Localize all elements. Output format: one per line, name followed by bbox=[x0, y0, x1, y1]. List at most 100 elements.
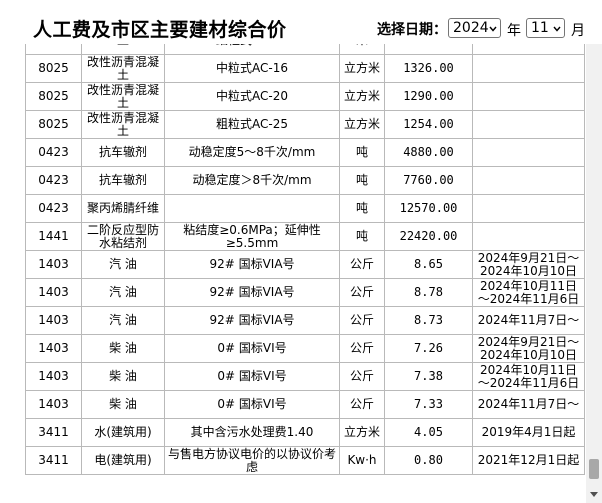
cell-unit: 公斤 bbox=[339, 278, 385, 307]
cell-price: 4880.00 bbox=[384, 138, 473, 167]
cell-name: 水(建筑用) bbox=[81, 418, 165, 447]
cell-price: 1254.00 bbox=[384, 110, 473, 139]
cell-unit: 立方米 bbox=[339, 54, 385, 83]
cell-spec: 92# 国标VIA号 bbox=[164, 250, 340, 279]
cell-spec: 92# 国标VIA号 bbox=[164, 306, 340, 335]
cell-name: 汽 油 bbox=[81, 250, 165, 279]
cell-price: 22420.00 bbox=[384, 222, 473, 251]
year-select[interactable]: 2024 bbox=[448, 18, 501, 38]
cell-spec: 0# 国标VI号 bbox=[164, 334, 340, 363]
cell-period: 2024年9月21日～2024年10月10日 bbox=[472, 250, 585, 279]
vertical-scrollbar[interactable] bbox=[586, 44, 602, 503]
cell-period: 2024年11月7日～ bbox=[472, 390, 585, 419]
cell-spec: 中粒式AC-20 bbox=[164, 82, 340, 111]
cell-spec: 0# 国标VI号 bbox=[164, 362, 340, 391]
cell-unit: 立方米 bbox=[339, 110, 385, 139]
cell-price: 8.78 bbox=[384, 278, 473, 307]
cell-code: 8025 bbox=[25, 110, 82, 139]
table-row: 0423 抗车辙剂 动稳定度5～8千次/mm 吨 4880.00 bbox=[25, 138, 585, 167]
cell-unit: 公斤 bbox=[339, 390, 385, 419]
cell-price: 8.73 bbox=[384, 306, 473, 335]
cell-price: 8.65 bbox=[384, 250, 473, 279]
cell-unit: 立方米 bbox=[339, 418, 385, 447]
cell-unit: 立方米 bbox=[339, 82, 385, 111]
cell-spec: 与售电方协议电价的以协议价考虑 bbox=[164, 446, 340, 475]
arrow-down-icon[interactable] bbox=[590, 492, 598, 497]
page-title: 人工费及市区主要建材综合价 bbox=[33, 19, 287, 41]
cell-price: 1357.00 bbox=[384, 44, 473, 55]
cell-period bbox=[472, 54, 585, 83]
page-header: 人工费及市区主要建材综合价 选择日期： 2024 年 11 月 bbox=[0, 0, 602, 44]
cell-code: 0423 bbox=[25, 194, 82, 223]
cell-unit: 公斤 bbox=[339, 362, 385, 391]
cell-code: 8025 bbox=[25, 54, 82, 83]
table-row: 1403 汽 油 92# 国标VIA号 公斤 8.73 2024年11月7日～ bbox=[25, 306, 585, 335]
cell-period bbox=[472, 82, 585, 111]
cell-spec: 0# 国标VI号 bbox=[164, 390, 340, 419]
cell-spec bbox=[164, 194, 340, 223]
month-select[interactable]: 11 bbox=[526, 18, 565, 38]
price-table-viewport: 8025 土 细粒式AC-13 米 1357.00 8025 改性沥青混凝土 中… bbox=[25, 44, 585, 503]
cell-name: 抗车辙剂 bbox=[81, 166, 165, 195]
table-row: 1403 汽 油 92# 国标VIA号 公斤 8.65 2024年9月21日～2… bbox=[25, 250, 585, 279]
cell-unit: 吨 bbox=[339, 166, 385, 195]
cell-spec: 细粒式AC-13 bbox=[164, 44, 340, 55]
month-unit: 月 bbox=[571, 23, 585, 39]
cell-period bbox=[472, 166, 585, 195]
cell-code: 1403 bbox=[25, 306, 82, 335]
cell-code: 8025 bbox=[25, 44, 82, 55]
table-row: 1403 柴 油 0# 国标VI号 公斤 7.38 2024年10月11日～20… bbox=[25, 362, 585, 391]
cell-price: 7.38 bbox=[384, 362, 473, 391]
cell-spec: 粘结度≥0.6MPa；延伸性≥5.5mm bbox=[164, 222, 340, 251]
cell-period bbox=[472, 222, 585, 251]
cell-unit: Kw·h bbox=[339, 446, 385, 475]
year-select-value: 2024 bbox=[453, 20, 489, 36]
cell-code: 1403 bbox=[25, 362, 82, 391]
cell-period bbox=[472, 110, 585, 139]
cell-unit: 吨 bbox=[339, 222, 385, 251]
cell-name: 柴 油 bbox=[81, 334, 165, 363]
price-table-body: 8025 土 细粒式AC-13 米 1357.00 8025 改性沥青混凝土 中… bbox=[25, 44, 585, 475]
chevron-down-icon bbox=[489, 26, 497, 32]
cell-spec: 其中含污水处理费1.40 bbox=[164, 418, 340, 447]
cell-unit: 公斤 bbox=[339, 306, 385, 335]
table-row: 3411 水(建筑用) 其中含污水处理费1.40 立方米 4.05 2019年4… bbox=[25, 418, 585, 447]
cell-code: 1403 bbox=[25, 390, 82, 419]
cell-spec: 粗粒式AC-25 bbox=[164, 110, 340, 139]
table-row: 0423 抗车辙剂 动稳定度＞8千次/mm 吨 7760.00 bbox=[25, 166, 585, 195]
cell-price: 1290.00 bbox=[384, 82, 473, 111]
cell-unit: 米 bbox=[339, 44, 385, 55]
cell-period: 2024年10月11日～2024年11月6日 bbox=[472, 278, 585, 307]
cell-price: 0.80 bbox=[384, 446, 473, 475]
cell-name: 柴 油 bbox=[81, 390, 165, 419]
table-row: 8025 土 细粒式AC-13 米 1357.00 bbox=[25, 44, 585, 55]
cell-name: 二阶反应型防水粘结剂 bbox=[81, 222, 165, 251]
cell-name: 改性沥青混凝土 bbox=[81, 82, 165, 111]
cell-unit: 公斤 bbox=[339, 334, 385, 363]
table-row: 1441 二阶反应型防水粘结剂 粘结度≥0.6MPa；延伸性≥5.5mm 吨 2… bbox=[25, 222, 585, 251]
table-row: 0423 聚丙烯腈纤维 吨 12570.00 bbox=[25, 194, 585, 223]
cell-name: 抗车辙剂 bbox=[81, 138, 165, 167]
cell-code: 8025 bbox=[25, 82, 82, 111]
cell-name: 聚丙烯腈纤维 bbox=[81, 194, 165, 223]
chevron-down-icon bbox=[553, 26, 561, 32]
cell-unit: 吨 bbox=[339, 138, 385, 167]
scrollbar-thumb[interactable] bbox=[589, 459, 599, 479]
cell-spec: 动稳定度5～8千次/mm bbox=[164, 138, 340, 167]
cell-unit: 公斤 bbox=[339, 250, 385, 279]
table-row: 1403 柴 油 0# 国标VI号 公斤 7.26 2024年9月21日～202… bbox=[25, 334, 585, 363]
cell-period: 2024年9月21日～2024年10月10日 bbox=[472, 334, 585, 363]
month-select-value: 11 bbox=[531, 20, 549, 36]
cell-period bbox=[472, 194, 585, 223]
cell-unit: 吨 bbox=[339, 194, 385, 223]
table-row: 1403 柴 油 0# 国标VI号 公斤 7.33 2024年11月7日～ bbox=[25, 390, 585, 419]
date-label: 选择日期： bbox=[377, 22, 447, 38]
table-row: 8025 改性沥青混凝土 中粒式AC-16 立方米 1326.00 bbox=[25, 54, 585, 83]
cell-period: 2019年4月1日起 bbox=[472, 418, 585, 447]
cell-name: 改性沥青混凝土 bbox=[81, 54, 165, 83]
table-row: 8025 改性沥青混凝土 粗粒式AC-25 立方米 1254.00 bbox=[25, 110, 585, 139]
cell-code: 1403 bbox=[25, 334, 82, 363]
cell-price: 4.05 bbox=[384, 418, 473, 447]
table-row: 1403 汽 油 92# 国标VIA号 公斤 8.78 2024年10月11日～… bbox=[25, 278, 585, 307]
cell-name: 汽 油 bbox=[81, 306, 165, 335]
